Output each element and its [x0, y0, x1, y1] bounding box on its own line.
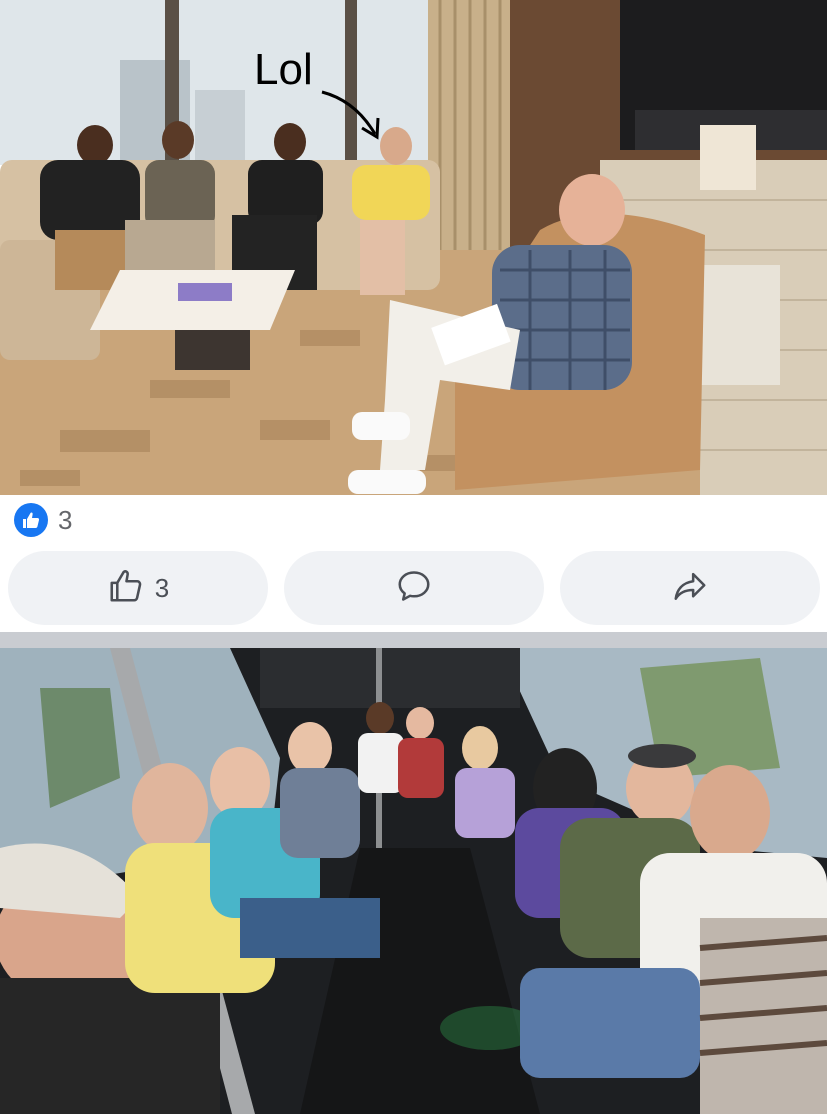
share-arrow-icon: [671, 567, 709, 610]
thumbs-up-outline-icon: [107, 567, 145, 610]
post-photo-bus[interactable]: [0, 648, 827, 1114]
post-divider: [0, 632, 827, 648]
comment-bubble-icon: [395, 567, 433, 610]
post-photo-suite[interactable]: Lol: [0, 0, 827, 495]
like-button[interactable]: 3: [8, 551, 268, 625]
reaction-count: 3: [58, 504, 73, 535]
bus-photo-illustration: [0, 648, 827, 1114]
annotation-text: Lol: [254, 45, 313, 94]
like-count: 3: [154, 572, 170, 603]
reaction-summary[interactable]: 3: [14, 503, 72, 537]
comment-button[interactable]: [284, 551, 544, 625]
share-button[interactable]: [560, 551, 820, 625]
thumbs-up-icon: [14, 503, 48, 537]
suite-photo-illustration: [0, 0, 827, 495]
